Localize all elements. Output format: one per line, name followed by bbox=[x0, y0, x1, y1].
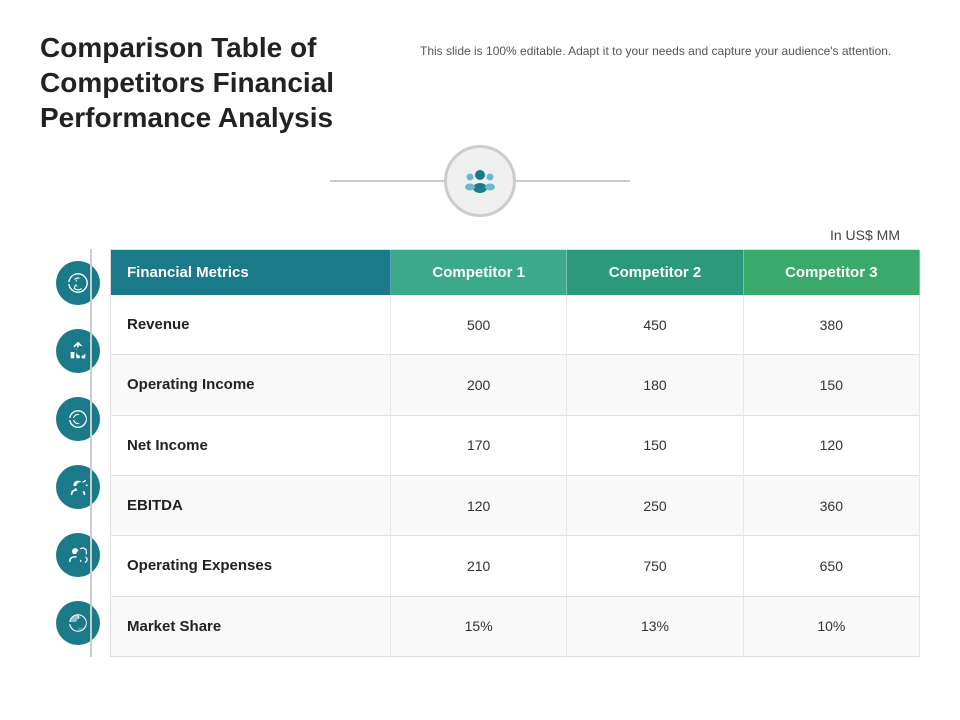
col-header-metric: Financial Metrics bbox=[111, 250, 391, 296]
comp3-operating-expenses: 650 bbox=[743, 536, 919, 596]
operating-income-icon-row bbox=[40, 317, 100, 385]
comp2-revenue: 450 bbox=[567, 295, 743, 355]
center-competitor-icon bbox=[444, 145, 516, 217]
metric-net-income: Net Income bbox=[111, 415, 391, 475]
main-title: Comparison Table of Competitors Financia… bbox=[40, 30, 400, 135]
revenue-icon-row: $ bbox=[40, 249, 100, 317]
table-row: Net Income 170 150 120 bbox=[111, 415, 920, 475]
title-block: Comparison Table of Competitors Financia… bbox=[40, 30, 400, 135]
comp1-market-share: 15% bbox=[391, 596, 567, 656]
ebitda-dot bbox=[76, 482, 86, 492]
net-income-dot bbox=[76, 414, 86, 424]
net-income-icon-row: $ bbox=[40, 385, 100, 453]
page: Comparison Table of Competitors Financia… bbox=[0, 0, 960, 720]
comparison-table: Financial Metrics Competitor 1 Competito… bbox=[110, 249, 920, 657]
comp1-ebitda: 120 bbox=[391, 475, 567, 535]
comp3-market-share: 10% bbox=[743, 596, 919, 656]
header: Comparison Table of Competitors Financia… bbox=[40, 30, 920, 135]
comp1-revenue: 500 bbox=[391, 295, 567, 355]
currency-label: In US$ MM bbox=[40, 227, 910, 243]
ebitda-icon-row bbox=[40, 453, 100, 521]
comp3-net-income: 120 bbox=[743, 415, 919, 475]
comp3-ebitda: 360 bbox=[743, 475, 919, 535]
comp2-ebitda: 250 bbox=[567, 475, 743, 535]
metric-revenue: Revenue bbox=[111, 295, 391, 355]
table-row: Operating Expenses 210 750 650 bbox=[111, 536, 920, 596]
comp1-operating-expenses: 210 bbox=[391, 536, 567, 596]
subtitle-text: This slide is 100% editable. Adapt it to… bbox=[420, 38, 920, 60]
operating-expenses-dot bbox=[76, 550, 86, 560]
table-row: Market Share 15% 13% 10% bbox=[111, 596, 920, 656]
comp2-market-share: 13% bbox=[567, 596, 743, 656]
comp2-net-income: 150 bbox=[567, 415, 743, 475]
table-row: Revenue 500 450 380 bbox=[111, 295, 920, 355]
metric-ebitda: EBITDA bbox=[111, 475, 391, 535]
market-share-icon-row bbox=[40, 589, 100, 657]
icons-column: $ bbox=[40, 249, 110, 657]
revenue-dot bbox=[76, 278, 86, 288]
table-section: $ bbox=[40, 249, 920, 657]
market-share-dot bbox=[76, 618, 86, 628]
col-header-comp1: Competitor 1 bbox=[391, 250, 567, 296]
comp3-revenue: 380 bbox=[743, 295, 919, 355]
table-header-row: Financial Metrics Competitor 1 Competito… bbox=[111, 250, 920, 296]
table-row: Operating Income 200 180 150 bbox=[111, 355, 920, 415]
metric-operating-income: Operating Income bbox=[111, 355, 391, 415]
metric-market-share: Market Share bbox=[111, 596, 391, 656]
operating-expenses-icon-row bbox=[40, 521, 100, 589]
operating-income-dot bbox=[76, 346, 86, 356]
comp2-operating-income: 180 bbox=[567, 355, 743, 415]
col-header-comp3: Competitor 3 bbox=[743, 250, 919, 296]
comp1-net-income: 170 bbox=[391, 415, 567, 475]
table-row: EBITDA 120 250 360 bbox=[111, 475, 920, 535]
metric-operating-expenses: Operating Expenses bbox=[111, 536, 391, 596]
comp2-operating-expenses: 750 bbox=[567, 536, 743, 596]
col-header-comp2: Competitor 2 bbox=[567, 250, 743, 296]
comp3-operating-income: 150 bbox=[743, 355, 919, 415]
comp1-operating-income: 200 bbox=[391, 355, 567, 415]
